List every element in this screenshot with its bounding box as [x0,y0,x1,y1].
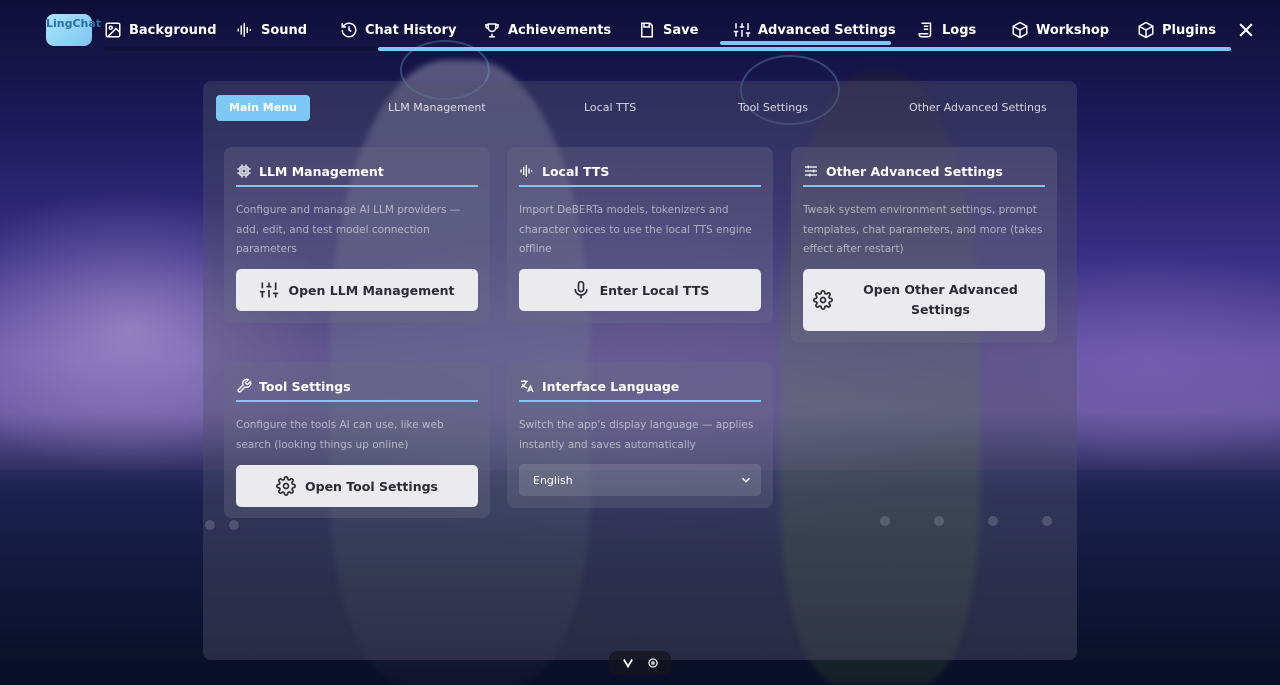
advanced-settings-panel: Main Menu LLM Management Local TTS Tool … [203,81,1077,660]
nav-label: Plugins [1162,22,1216,38]
audio-wave-icon [520,165,533,177]
card-llm-management: LLM Management Configure and manage AI L… [224,147,490,323]
close-icon[interactable] [1236,20,1256,40]
card-tool-settings: Tool Settings Configure the tools AI can… [224,362,490,518]
subtab-llm-management[interactable]: LLM Management [388,95,486,121]
open-tool-settings-button[interactable]: Open Tool Settings [236,465,478,507]
list-settings-icon [805,165,817,177]
nav-item-plugins[interactable]: Plugins [1137,16,1216,44]
gear-icon [813,290,833,310]
nav-item-logs[interactable]: Logs [917,16,976,44]
nav-item-sound[interactable]: Sound [236,16,307,44]
button-label: Open LLM Management [288,282,455,298]
card-description: Switch the app's display language — appl… [519,419,754,451]
image-icon [105,22,121,38]
card-title: Interface Language [542,378,680,394]
box-icon [1138,21,1154,39]
nav-underline [378,47,1231,51]
chip-icon [237,164,251,178]
card-local-tts: Local TTS Import DeBERTa models, tokeniz… [507,147,773,323]
card-header: Tool Settings [236,376,478,402]
nav-label: Sound [261,22,308,38]
nav-track [104,47,380,51]
nav-label: Background [129,22,217,38]
card-other-advanced-settings: Other Advanced Settings Tweak system env… [791,147,1057,343]
card-header: Other Advanced Settings [803,161,1045,187]
trophy-icon [485,23,499,38]
subtab-bar: Main Menu LLM Management Local TTS Tool … [216,95,1064,121]
nav-label: Save [663,22,699,38]
language-select[interactable]: English [519,464,761,496]
card-title: Other Advanced Settings [826,163,1003,179]
enter-local-tts-button[interactable]: Enter Local TTS [519,269,761,311]
nav-item-background[interactable]: Background [104,16,217,44]
card-title: LLM Management [259,163,384,179]
button-label: Open Tool Settings [305,478,438,494]
chevron-down-icon[interactable] [621,656,635,670]
nav-label: Achievements [508,22,612,38]
card-header: Interface Language [519,376,761,402]
nav-label: Advanced Settings [758,22,896,38]
bottom-toggle-bar [609,651,671,675]
card-description: Tweak system environment settings, promp… [803,204,1043,255]
target-icon[interactable] [646,656,660,670]
box-icon [1012,21,1028,39]
open-other-advanced-settings-button[interactable]: Open Other Advanced Settings [803,269,1045,331]
button-label: Open Other Advanced Settings [863,282,1018,317]
card-description: Configure and manage AI LLM providers — … [236,204,461,255]
nav-active-indicator [720,41,891,45]
card-description: Configure the tools AI can use, like web… [236,419,444,451]
sound-wave-icon [237,23,251,37]
button-label: Enter Local TTS [599,282,710,298]
microphone-icon [573,280,588,299]
language-select-value: English [533,473,573,487]
nav-item-advanced-settings[interactable]: Advanced Settings [733,16,896,44]
subtab-other-advanced-settings[interactable]: Other Advanced Settings [909,95,1047,121]
subtab-main-menu[interactable]: Main Menu [216,95,310,121]
subtab-local-tts[interactable]: Local TTS [584,95,636,121]
card-header: LLM Management [236,161,478,187]
sliders-icon [733,23,751,37]
nav-label: Chat History [365,22,457,38]
nav-item-chat-history[interactable]: Chat History [340,16,456,44]
nav-label: Logs [942,22,977,38]
card-interface-language: Interface Language Switch the app's disp… [507,362,773,508]
card-header: Local TTS [519,161,761,187]
nav-item-save[interactable]: Save [638,16,698,44]
nav-item-workshop[interactable]: Workshop [1011,16,1109,44]
nav-item-achievements[interactable]: Achievements [483,16,611,44]
open-llm-management-button[interactable]: Open LLM Management [236,269,478,311]
wrench-icon [237,378,252,393]
card-title: Local TTS [542,163,610,179]
nav-label: Workshop [1036,22,1110,38]
card-title: Tool Settings [259,378,351,394]
app-logo: LingChat [46,14,101,46]
history-icon [341,22,357,38]
scroll-icon [918,22,932,38]
sliders-icon [260,282,279,298]
subtab-tool-settings[interactable]: Tool Settings [738,95,808,121]
gear-icon [276,476,296,496]
translate-icon [520,380,534,393]
top-navigation: LingChat Background Sound Chat History A… [0,0,1280,58]
card-description: Import DeBERTa models, tokenizers and ch… [519,204,752,255]
chevron-down-icon [741,477,751,483]
save-icon [641,22,653,38]
